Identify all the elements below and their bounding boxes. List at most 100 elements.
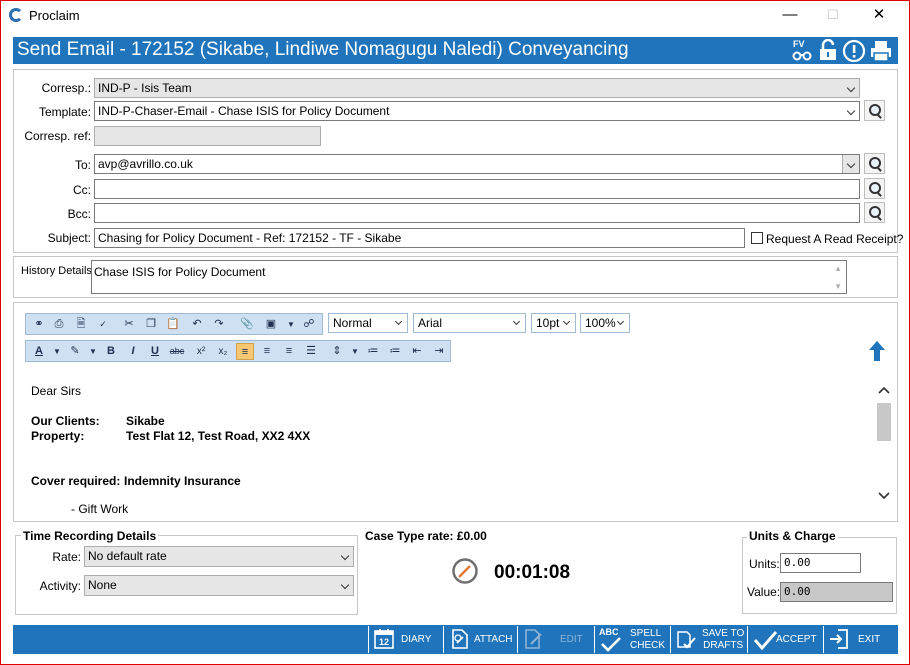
activity-value: None [88,578,117,592]
drafts-icon [677,631,696,649]
history-textarea[interactable]: Chase ISIS for Policy Document ▲ ▼ [91,260,847,294]
cc-field[interactable] [94,179,860,199]
to-field[interactable]: avp@avrillo.co.uk [94,154,860,174]
alert-icon[interactable] [842,39,866,63]
strikethrough-icon[interactable]: abc [168,343,186,360]
chevron-down-icon[interactable] [842,102,859,120]
redo-icon[interactable]: ↷ [210,316,228,333]
template-label: Template: [38,105,91,119]
subject-field[interactable]: Chasing for Policy Document - Ref: 17215… [94,228,745,248]
spell-check-button[interactable]: ABC SPELL CHECK [594,626,669,653]
editor-scrollbar[interactable] [876,379,892,519]
close-button[interactable]: ✕ [868,6,890,24]
unlock-icon[interactable] [816,38,840,62]
attachment-icon[interactable]: 📎 [238,316,256,333]
superscript-icon[interactable]: x² [192,343,210,360]
chevron-down-icon[interactable] [612,314,629,332]
hyperlink-icon[interactable]: ☍ [300,316,318,333]
bullet-list-icon[interactable]: ≔ [386,343,404,360]
insert-image-icon[interactable]: ▣ [262,316,280,333]
diary-button[interactable]: 12 DIARY [368,626,442,653]
arrow-up-icon[interactable] [867,339,887,363]
chevron-down-icon[interactable]: ▼ [48,343,66,360]
numbered-list-icon[interactable]: ≔ [364,343,382,360]
print-preview-icon[interactable]: 🗎 [72,316,90,333]
template-select[interactable]: IND-P-Chaser-Email - Chase ISIS for Poli… [94,101,860,121]
email-body[interactable]: Dear Sirs Our Clients: Sikabe Property: … [19,369,876,520]
italic-icon[interactable]: I [124,343,142,360]
font-size-select[interactable]: 10pt [531,313,576,333]
checkmark-icon [753,631,778,651]
chevron-down-icon[interactable] [842,79,859,97]
cc-label: Cc: [73,183,91,197]
decrease-indent-icon[interactable]: ⇤ [408,343,426,360]
accept-button[interactable]: ACCEPT [747,626,822,653]
undo-icon[interactable]: ↶ [188,316,206,333]
chevron-down-icon[interactable] [390,314,407,332]
chevron-down-icon[interactable] [336,576,353,594]
font-color-icon[interactable]: A [30,343,48,360]
read-receipt-label[interactable]: Request A Read Receipt? [766,232,903,246]
chevron-down-icon[interactable]: ▼ [346,343,364,360]
history-value: Chase ISIS for Policy Document [94,265,266,279]
find-icon[interactable]: ⚭ [30,316,48,333]
fv-label: FV [793,39,805,49]
attach-button[interactable]: ATTACH [443,626,516,653]
exit-button[interactable]: EXIT [823,626,898,653]
units-charge-panel [742,537,897,614]
save-to-drafts-button[interactable]: SAVE TO DRAFTS [670,626,746,653]
align-right-icon[interactable]: ≡ [280,343,298,360]
scroll-down-icon[interactable]: ▼ [834,282,842,291]
edit-icon [525,629,542,649]
align-center-icon[interactable]: ≡ [258,343,276,360]
copy-icon[interactable]: ❐ [142,316,160,333]
corresp-ref-field [94,126,321,146]
chevron-down-icon[interactable] [558,314,575,332]
activity-select[interactable]: None [84,575,354,596]
increase-indent-icon[interactable]: ⇥ [430,343,448,360]
print-icon[interactable]: ⎙ [50,316,68,333]
to-search-icon[interactable] [864,153,885,174]
print-icon[interactable] [869,39,893,62]
timer-icon[interactable] [451,557,479,585]
units-field[interactable]: 0.00 [780,553,861,573]
bcc-field[interactable] [94,203,860,223]
scroll-up-icon[interactable]: ▲ [834,264,842,273]
history-label: History Details: [21,265,95,277]
email-window: Proclaim — ☐ ✕ Send Email - 172152 (Sika… [0,0,910,665]
paste-icon[interactable]: 📋 [164,316,182,333]
chevron-down-icon[interactable] [508,314,525,332]
scroll-thumb[interactable] [877,403,891,441]
edit-button[interactable]: EDIT [517,626,593,653]
line-spacing-icon[interactable]: ⇕ [328,343,346,360]
style-select[interactable]: Normal [328,313,408,333]
fv-binoculars-icon[interactable]: FV [790,39,814,62]
accept-label: ACCEPT [776,634,817,645]
chevron-down-icon[interactable]: ▼ [84,343,102,360]
zoom-select[interactable]: 100% [580,313,630,333]
underline-icon[interactable]: U [146,343,164,360]
chevron-down-icon[interactable] [336,547,353,565]
template-search-icon[interactable] [864,100,885,121]
body-gift-line: - Gift Work [71,502,129,516]
bcc-search-icon[interactable] [864,202,885,223]
font-select[interactable]: Arial [413,313,526,333]
proclaim-logo-icon [9,8,23,22]
corresp-select[interactable]: IND-P - Isis Team [94,78,860,98]
justify-icon[interactable]: ☰ [302,343,320,360]
subscript-icon[interactable]: x₂ [214,343,232,360]
bcc-label: Bcc: [67,207,91,221]
bold-icon[interactable]: B [102,343,120,360]
chevron-down-icon[interactable]: ▼ [282,316,300,333]
highlight-color-icon[interactable]: ✎ [66,343,84,360]
spell-check-icon[interactable]: ✓ [94,316,112,333]
chevron-down-icon[interactable] [842,155,859,173]
align-left-icon[interactable]: ≡ [236,343,254,360]
cut-icon[interactable]: ✂ [120,316,138,333]
read-receipt-checkbox[interactable] [751,232,763,244]
rate-select[interactable]: No default rate [84,546,354,567]
maximize-button[interactable]: ☐ [822,6,844,24]
cc-search-icon[interactable] [864,178,885,199]
minimize-button[interactable]: — [779,6,801,24]
diary-label: DIARY [401,634,432,645]
